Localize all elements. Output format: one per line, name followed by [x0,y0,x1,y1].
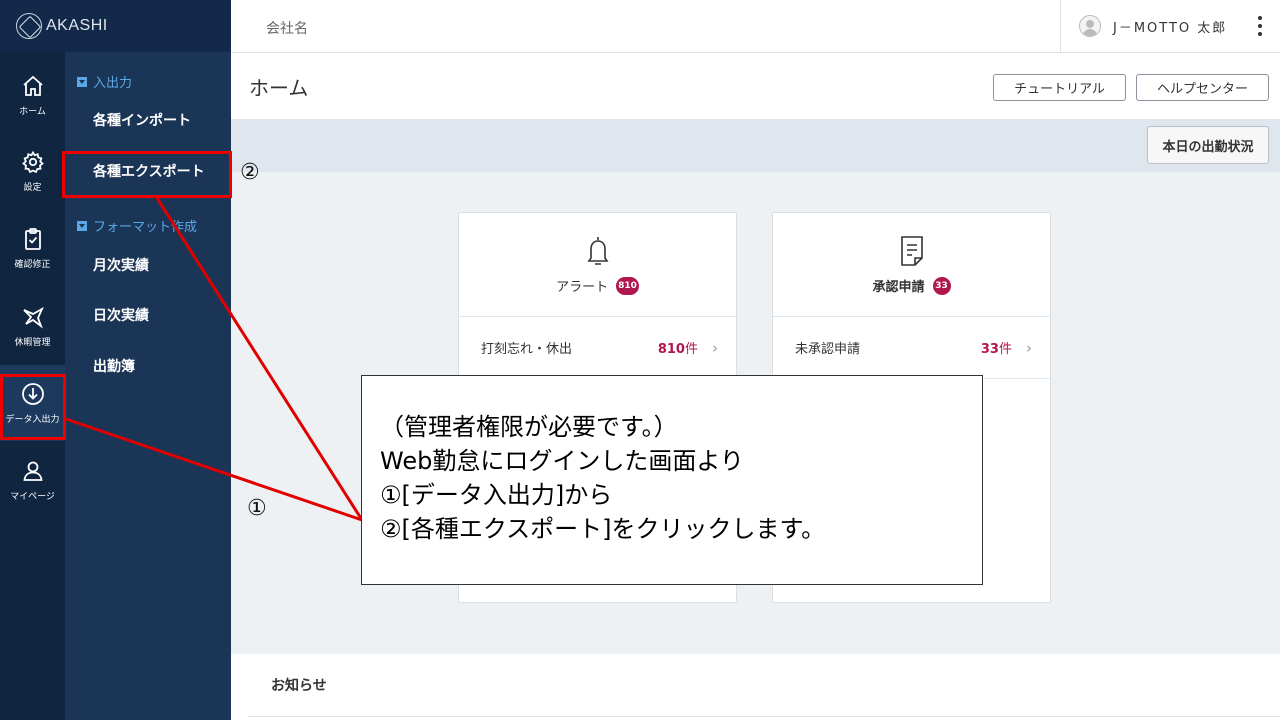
callout-line: Web勤怠にログインした画面より [380,447,744,475]
alert-card-header[interactable]: アラート 810 [459,213,736,317]
rail-label: ホーム [19,106,46,117]
approval-title: 承認申請 [872,280,925,295]
akashi-logo-icon [16,13,42,39]
news-title: お知らせ [271,678,327,694]
app-logo[interactable]: AKASHI [0,0,231,52]
top-header: 会社名 J－MOTTO 太郎 [231,0,1280,53]
rail-item-confirm[interactable]: 確認修正 [0,210,65,286]
approval-count-badge: 33 [932,276,951,295]
help-center-button[interactable]: ヘルプセンター [1136,74,1269,101]
user-menu[interactable]: J－MOTTO 太郎 [1060,0,1280,52]
divider [248,716,1280,717]
gear-icon [21,150,44,173]
callout-line: ②[各種エクスポート]をクリックします。 [380,515,826,543]
collapse-icon [77,220,87,231]
rail-label: 休暇管理 [14,337,51,348]
rail-item-settings[interactable]: 設定 [0,133,65,209]
bell-icon [587,237,608,265]
approval-row-pending[interactable]: 未承認申請 33件 › [773,317,1050,379]
submenu-item-import[interactable]: 各種インポート [93,110,191,130]
avatar-icon [1079,15,1101,37]
rail-item-leave[interactable]: 休暇管理 [0,288,65,364]
section-label: 入出力 [93,76,133,91]
rail-item-home[interactable]: ホーム [0,57,65,133]
user-name: J－MOTTO 太郎 [1113,20,1228,36]
highlight-data-io [0,374,66,440]
submenu-item-attendance[interactable]: 出勤簿 [93,356,135,376]
today-status-button[interactable]: 本日の出勤状況 [1147,126,1269,164]
submenu-item-daily[interactable]: 日次実績 [93,305,149,325]
rail-label: マイページ [10,491,55,502]
callout-line: ①[データ入出力]から [380,481,613,509]
alert-title: アラート [556,280,609,295]
plane-icon [22,306,44,329]
rail-label: 確認修正 [14,259,51,270]
kebab-menu-icon[interactable] [1258,16,1262,36]
clipboard-check-icon [24,227,41,250]
document-icon [900,236,923,266]
row-label: 打刻忘れ・休出 [481,342,573,357]
row-count: 33件 [980,342,1012,357]
row-count: 810件 [657,342,698,357]
section-io-header[interactable]: 入出力 [77,72,132,91]
section-format-header[interactable]: フォーマット作成 [77,216,197,235]
approval-card-header[interactable]: 承認申請 33 [773,213,1050,317]
news-section: お知らせ [231,654,1280,720]
logo-text: AKASHI [46,17,108,34]
home-icon [22,75,43,96]
section-label: フォーマット作成 [93,220,198,235]
status-band: 本日の出勤状況 [231,119,1280,172]
chevron-right-icon: › [712,338,718,357]
instruction-callout: （管理者権限が必要です。） Web勤怠にログインした画面より ①[データ入出力]… [361,375,983,585]
tutorial-button[interactable]: チュートリアル [993,74,1126,101]
marker-2: ② [240,160,260,185]
page-title: ホーム [249,76,309,100]
collapse-icon [77,76,87,87]
marker-1: ① [247,496,267,521]
user-icon [23,461,42,481]
submenu-item-monthly[interactable]: 月次実績 [93,255,149,275]
rail-item-mypage[interactable]: マイページ [0,442,65,518]
highlight-export [62,151,232,198]
alert-row-missing-punch[interactable]: 打刻忘れ・休出 810件 › [459,317,736,379]
alert-count-badge: 810 [616,276,639,295]
chevron-right-icon: › [1026,338,1032,357]
row-label: 未承認申請 [795,342,861,357]
rail-label: 設定 [23,182,42,193]
company-name: 会社名 [266,21,308,37]
callout-line: （管理者権限が必要です。） [380,413,678,441]
